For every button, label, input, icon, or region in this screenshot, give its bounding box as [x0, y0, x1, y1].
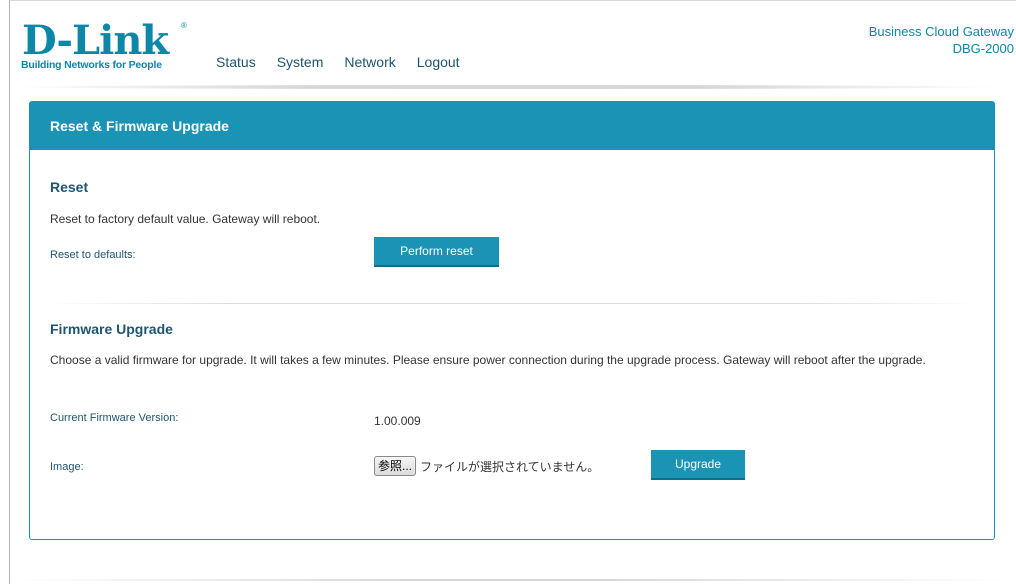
- nav-status[interactable]: Status: [216, 54, 256, 70]
- logo-tagline: Building Networks for People: [21, 59, 162, 71]
- current-firmware-version-label: Current Firmware Version:: [50, 412, 179, 424]
- reset-section-title: Reset: [50, 179, 89, 195]
- firmware-file-input[interactable]: 参照... ファイルが選択されていません。: [374, 456, 599, 476]
- panel-title: Reset & Firmware Upgrade: [30, 102, 994, 150]
- product-line: Business Cloud Gateway: [868, 24, 1014, 39]
- footer-divider: [10, 579, 1010, 581]
- page-frame: D-Link ® Building Networks for People St…: [9, 0, 1016, 584]
- reset-to-defaults-label: Reset to defaults:: [50, 249, 136, 261]
- nav-system[interactable]: System: [277, 54, 324, 70]
- logo-brand: D-Link: [22, 17, 169, 64]
- upgrade-button[interactable]: Upgrade: [651, 450, 745, 480]
- top-nav: Status System Network Logout: [216, 54, 481, 70]
- perform-reset-button[interactable]: Perform reset: [374, 237, 499, 267]
- image-label: Image:: [50, 461, 84, 473]
- firmware-description: Choose a valid firmware for upgrade. It …: [50, 353, 926, 367]
- header-divider: [10, 85, 1000, 89]
- reset-firmware-panel: Reset & Firmware Upgrade Reset Reset to …: [29, 101, 995, 540]
- browse-button[interactable]: 参照...: [374, 456, 417, 476]
- no-file-selected-text: ファイルが選択されていません。: [420, 459, 600, 474]
- section-divider: [45, 303, 980, 304]
- reset-description: Reset to factory default value. Gateway …: [50, 212, 321, 226]
- current-firmware-version-value: 1.00.009: [374, 414, 421, 428]
- dlink-logo: D-Link ® Building Networks for People: [21, 21, 196, 76]
- product-info: Business Cloud Gateway DBG-2000: [869, 23, 1014, 57]
- nav-logout[interactable]: Logout: [417, 54, 460, 70]
- nav-network[interactable]: Network: [344, 54, 395, 70]
- product-model: DBG-2000: [952, 41, 1014, 56]
- firmware-section-title: Firmware Upgrade: [50, 321, 173, 337]
- logo-registered-mark: ®: [181, 21, 187, 30]
